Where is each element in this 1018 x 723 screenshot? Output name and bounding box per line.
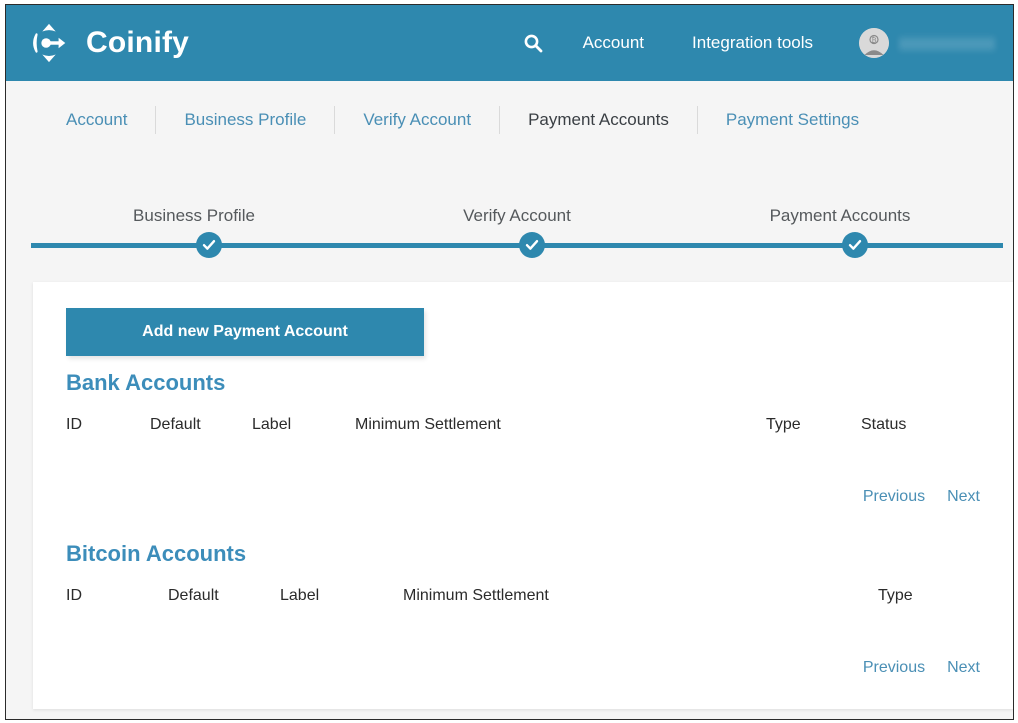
user-menu[interactable]: ₿: [837, 28, 995, 58]
bitcoin-pagination-next[interactable]: Next: [947, 659, 980, 677]
secondary-tab-nav: Account Business Profile Verify Account …: [6, 81, 1013, 158]
tab-account[interactable]: Account: [38, 105, 157, 134]
bank-accounts-title: Bank Accounts: [66, 370, 226, 395]
search-icon[interactable]: [507, 33, 559, 53]
brand-logo-link[interactable]: Coinify: [26, 20, 189, 66]
step-marker-business-profile[interactable]: [196, 232, 222, 258]
topnav-link-integration-tools[interactable]: Integration tools: [668, 33, 837, 53]
payment-accounts-card: Add new Payment Account Bank Accounts ID…: [33, 282, 1013, 709]
check-icon: [525, 238, 539, 252]
stepper-labels: Business Profile Verify Account Payment …: [6, 206, 1013, 232]
column-header-minimum-settlement: Minimum Settlement: [355, 416, 501, 433]
bitcoin-accounts-table: ID Default Label Minimum Settlement Type…: [66, 587, 996, 677]
bank-accounts-pagination: Previous Next: [863, 488, 980, 506]
browser-frame: Coinify Account Integration tools ₿ Acco…: [5, 4, 1014, 720]
bank-accounts-table-body: [66, 416, 996, 464]
tab-business-profile[interactable]: Business Profile: [156, 105, 336, 134]
check-icon: [202, 238, 216, 252]
brand-name: Coinify: [86, 26, 190, 59]
bitcoin-accounts-section: Bitcoin Accounts ID Default Label Minimu…: [66, 541, 996, 677]
user-avatar-bitcoin-icon: ₿: [859, 28, 889, 58]
step-label-business-profile: Business Profile: [133, 206, 255, 225]
column-header-minimum-settlement: Minimum Settlement: [403, 587, 549, 604]
column-header-label: Label: [252, 416, 292, 433]
step-marker-verify-account[interactable]: [519, 232, 545, 258]
column-header-id: ID: [66, 587, 82, 604]
onboarding-progress-stepper: Business Profile Verify Account Payment …: [6, 158, 1013, 282]
step-label-verify-account: Verify Account: [463, 206, 571, 225]
bitcoin-accounts-title: Bitcoin Accounts: [66, 541, 247, 566]
bank-pagination-next[interactable]: Next: [947, 488, 980, 506]
column-header-status: Status: [861, 416, 907, 433]
step-label-payment-accounts: Payment Accounts: [769, 206, 911, 225]
add-new-payment-account-button[interactable]: Add new Payment Account: [66, 308, 424, 356]
column-header-default: Default: [168, 587, 219, 604]
coinify-compass-icon: [26, 20, 72, 66]
column-header-type: Type: [766, 416, 801, 433]
bitcoin-pagination-previous[interactable]: Previous: [863, 659, 925, 677]
bitcoin-accounts-pagination: Previous Next: [863, 659, 980, 677]
top-navigation: Account Integration tools ₿: [507, 28, 995, 58]
tab-payment-settings[interactable]: Payment Settings: [698, 106, 887, 134]
column-header-id: ID: [66, 416, 82, 433]
svg-text:₿: ₿: [871, 36, 876, 44]
tab-verify-account[interactable]: Verify Account: [335, 105, 501, 134]
column-header-type: Type: [878, 587, 913, 604]
step-marker-payment-accounts[interactable]: [842, 232, 868, 258]
bank-accounts-table: ID Default Label Minimum Settlement Type…: [66, 416, 996, 506]
user-name-redacted: [899, 34, 995, 52]
column-header-label: Label: [280, 587, 320, 604]
bank-accounts-section: Bank Accounts ID Default Label Minimum S…: [66, 370, 996, 506]
bank-pagination-previous[interactable]: Previous: [863, 488, 925, 506]
tab-payment-accounts[interactable]: Payment Accounts: [500, 105, 698, 134]
top-header-bar: Coinify Account Integration tools ₿: [6, 5, 1013, 81]
check-icon: [848, 238, 862, 252]
topnav-link-account[interactable]: Account: [559, 33, 668, 53]
column-header-default: Default: [150, 416, 201, 433]
